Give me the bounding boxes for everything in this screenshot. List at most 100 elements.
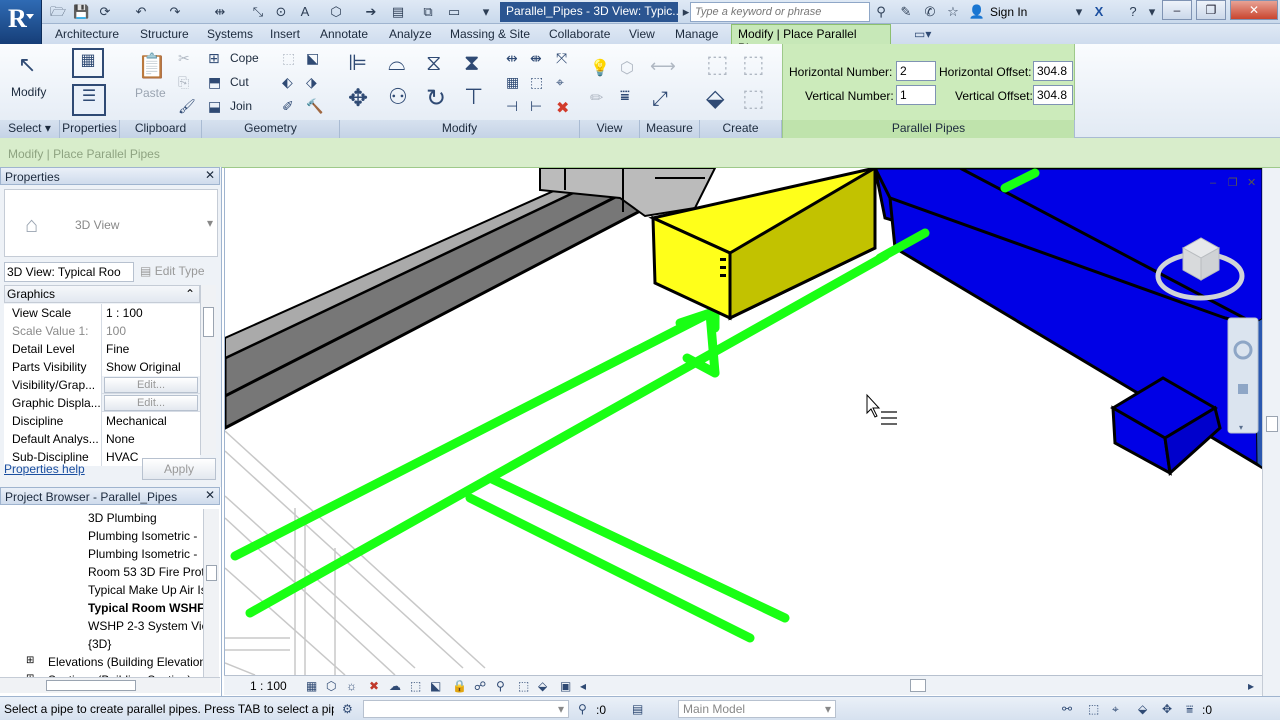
subscription-icon[interactable]: ✎	[897, 4, 915, 20]
select-pinned-icon[interactable]: ⌖	[1112, 702, 1119, 717]
communication-icon[interactable]: ✆	[921, 4, 939, 20]
save-icon[interactable]: 💾	[73, 4, 89, 20]
split-face-icon[interactable]: ⬕	[306, 50, 319, 67]
navigation-bar[interactable]: ▾	[1227, 317, 1259, 434]
split-gap-icon[interactable]: ⇼	[530, 50, 542, 67]
graphics-section-header[interactable]: Graphics ⌃	[4, 285, 200, 303]
rendering-icon[interactable]: ☁	[389, 679, 401, 693]
property-row[interactable]: Default Analys... None	[4, 430, 200, 448]
filter-icon[interactable]: ⩸	[1186, 702, 1193, 717]
aligned-dimension-icon[interactable]: ⤢	[652, 88, 668, 111]
trim-multiple-icon[interactable]: ⊣	[506, 98, 518, 115]
view-instance-selector[interactable]: 3D View: Typical Roo	[4, 262, 134, 282]
panel-toggle-icon[interactable]: ▭▾	[914, 27, 931, 41]
3d-view-canvas[interactable]: ▾ – ❐ ✕	[224, 168, 1262, 675]
design-option-dropdown[interactable]: Main Model ▾	[678, 700, 836, 718]
tab-insert[interactable]: Insert	[270, 27, 300, 41]
show-crop-icon[interactable]: ⬕	[430, 679, 441, 693]
pin-icon[interactable]: ⌖	[556, 74, 564, 91]
sun-path-icon[interactable]: ☼	[346, 679, 357, 693]
select-by-face-icon[interactable]: ⬙	[1138, 702, 1147, 716]
lock-view-icon[interactable]: 🔒	[452, 679, 467, 693]
type-selector[interactable]: ⌂ 3D View ▾	[4, 189, 218, 257]
tab-view[interactable]: View	[629, 27, 655, 41]
crop-view-icon[interactable]: ⬚	[410, 679, 421, 693]
property-row[interactable]: View Scale 1 : 100	[4, 304, 200, 322]
panel-select-label[interactable]: Select ▾	[0, 120, 60, 138]
reveal-constraints-icon[interactable]: ▣	[560, 679, 571, 693]
tab-structure[interactable]: Structure	[140, 27, 189, 41]
horizontal-offset-input[interactable]: 304.8	[1033, 61, 1073, 81]
browser-tree-item[interactable]: 3D Plumbing	[88, 511, 203, 525]
property-row[interactable]: Graphic Displa... Edit...	[4, 394, 200, 412]
browser-tree-item[interactable]: Room 53 3D Fire Prot	[88, 565, 203, 579]
scale-icon[interactable]: ⬚	[530, 74, 543, 91]
tab-collaborate[interactable]: Collaborate	[549, 27, 610, 41]
cope-icon[interactable]: ⊞	[208, 50, 220, 67]
chevron-left-icon[interactable]: ◂	[580, 679, 586, 693]
browser-tree-item[interactable]: WSHP 2-3 System Vie	[88, 619, 203, 633]
select-links-icon[interactable]: ⚯	[1062, 702, 1072, 716]
tab-modify-place-parallel-pipes[interactable]: Modify | Place Parallel Pipes	[731, 24, 891, 55]
3d-view-icon[interactable]: ⬡	[328, 4, 344, 20]
property-row[interactable]: Visibility/Grap... Edit...	[4, 376, 200, 394]
sync-icon[interactable]: ⟳	[97, 4, 113, 20]
create-group-icon[interactable]: ⬙	[706, 84, 724, 113]
move-icon[interactable]: ✥	[348, 84, 368, 113]
join-icon[interactable]: ⬓	[208, 98, 221, 115]
undo-icon[interactable]: ↶	[133, 4, 149, 20]
app-menu-button[interactable]: R	[0, 0, 42, 44]
browser-tree-item[interactable]: Elevations (Building Elevation	[48, 655, 203, 669]
close-button[interactable]: ✕	[1230, 0, 1278, 20]
unpin-icon[interactable]: ⤧	[556, 50, 567, 67]
trim-single-icon[interactable]: ⊢	[530, 98, 542, 115]
detail-level-icon[interactable]: ▦	[306, 679, 317, 693]
redo-icon[interactable]: ↷	[167, 4, 183, 20]
property-edit-button[interactable]: Edit...	[104, 377, 198, 393]
switch-windows-icon[interactable]: ▭	[446, 4, 462, 20]
sign-in-link[interactable]: Sign In	[990, 5, 1027, 19]
modify-button[interactable]: Modify	[11, 85, 46, 99]
selection-icon[interactable]: ⚲	[578, 702, 587, 716]
tab-annotate[interactable]: Annotate	[320, 27, 368, 41]
property-value[interactable]: Mechanical	[102, 412, 200, 430]
binoculars-icon[interactable]: ⚲	[872, 4, 890, 20]
vertical-number-input[interactable]: 1	[896, 85, 936, 105]
align-icon[interactable]: ⊫	[348, 50, 367, 76]
tab-analyze[interactable]: Analyze	[389, 27, 432, 41]
property-value[interactable]: 1 : 100	[102, 304, 200, 322]
temp-hide-icon[interactable]: ☍	[474, 679, 486, 693]
favorites-icon[interactable]: ☆	[944, 4, 962, 20]
offset-icon[interactable]: ⌓	[388, 50, 405, 76]
viewport-vscrollbar[interactable]	[1262, 168, 1280, 696]
hammer-icon[interactable]: 🔨	[306, 98, 323, 115]
chevron-down-icon[interactable]: ▾	[1143, 4, 1161, 20]
filter-view-icon[interactable]: ⩸	[620, 88, 630, 106]
type-properties-icon[interactable]: ▦	[72, 48, 104, 78]
trim-extend-icon[interactable]: ⊤	[464, 84, 483, 110]
browser-tree-item[interactable]: Typical Room WSHF	[88, 601, 203, 615]
hscroll-thumb[interactable]	[910, 679, 926, 692]
browser-hscrollbar[interactable]	[0, 677, 220, 693]
tab-manage[interactable]: Manage	[675, 27, 718, 41]
help-icon[interactable]: ?	[1124, 4, 1142, 20]
rotate-icon[interactable]: ↻	[426, 84, 446, 113]
close-hidden-windows-icon[interactable]: ⧉	[420, 4, 436, 20]
collapse-icon[interactable]: ⌃	[185, 287, 195, 301]
shadows-icon[interactable]: ✖	[369, 679, 379, 693]
tab-massing-site[interactable]: Massing & Site	[450, 27, 530, 41]
expand-icon[interactable]: ⊞	[26, 655, 34, 666]
copy-elements-icon[interactable]: ⚇	[388, 84, 408, 110]
mirror-draw-icon[interactable]: ⧗	[464, 50, 479, 76]
tab-architecture[interactable]: Architecture	[55, 27, 119, 41]
exchange-apps-icon[interactable]: X	[1090, 4, 1108, 20]
temp-view-props-icon[interactable]: ⬚	[518, 679, 529, 693]
properties-scrollbar[interactable]	[200, 285, 216, 455]
property-value[interactable]: 100	[102, 322, 200, 340]
property-row[interactable]: Detail Level Fine	[4, 340, 200, 358]
aligned-dimension-icon[interactable]: ⤡	[250, 4, 266, 20]
visual-style-icon[interactable]: ⬡	[326, 679, 336, 693]
tab-systems[interactable]: Systems	[207, 27, 253, 41]
view-scale[interactable]: 1 : 100	[250, 679, 287, 693]
measure-icon[interactable]: ⇹	[212, 4, 228, 20]
